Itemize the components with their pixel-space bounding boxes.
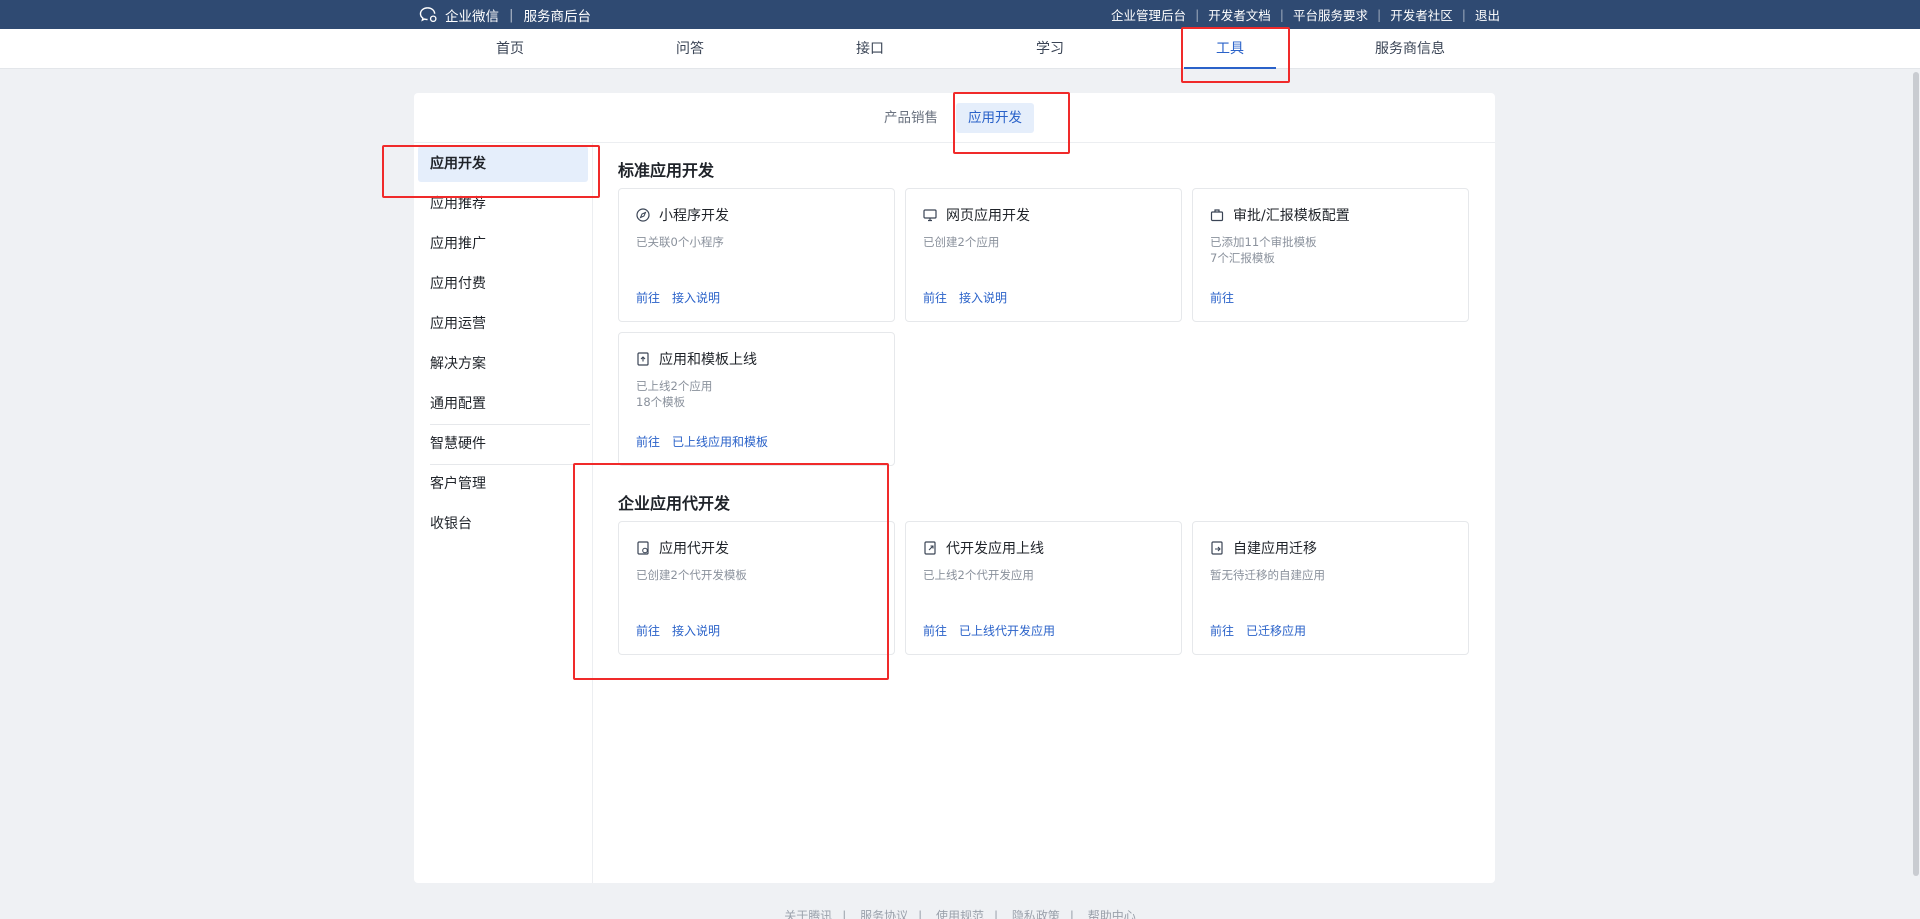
- link-admin-console[interactable]: 企业管理后台: [1111, 5, 1186, 24]
- briefcase-icon: [1210, 209, 1224, 222]
- footer-about[interactable]: 关于腾讯: [784, 909, 832, 919]
- compass-icon: [636, 208, 650, 222]
- goto-link[interactable]: 前往: [636, 433, 660, 450]
- footer-separator: |: [918, 909, 923, 919]
- sidebar-item-app-recommend[interactable]: 应用推荐: [418, 186, 588, 222]
- upload-doc-icon: [637, 352, 649, 366]
- sidebar-item-app-development[interactable]: 应用开发: [418, 146, 588, 182]
- sidebar-item-smart-hardware[interactable]: 智慧硬件: [418, 426, 588, 462]
- card-desc: 已关联0个小程序: [636, 235, 724, 249]
- brand[interactable]: 企业微信 | 服务商后台: [419, 0, 591, 29]
- card-desc: 已上线2个应用: [636, 379, 713, 393]
- nav-tools[interactable]: 工具: [1180, 29, 1280, 69]
- tab-app-development[interactable]: 应用开发: [956, 103, 1034, 133]
- card-title: 应用和模板上线: [659, 352, 757, 368]
- card-app-template-launch: 应用和模板上线 已上线2个应用 18个模板 前往 已上线应用和模板: [618, 332, 895, 466]
- card-desc: 已添加11个审批模板: [1210, 235, 1317, 249]
- footer-help[interactable]: 帮助中心: [1088, 909, 1136, 919]
- migrated-apps-link[interactable]: 已迁移应用: [1246, 622, 1306, 639]
- section-title-custom-dev: 企业应用代开发: [618, 494, 731, 513]
- card-title: 代开发应用上线: [946, 541, 1044, 557]
- goto-link[interactable]: 前往: [923, 622, 947, 639]
- top-links: 企业管理后台 | 开发者文档 | 平台服务要求 | 开发者社区 | 退出: [1111, 0, 1500, 29]
- goto-link[interactable]: 前往: [636, 622, 660, 639]
- link-divider: |: [1279, 7, 1285, 22]
- sidebar-item-solutions[interactable]: 解决方案: [418, 346, 588, 382]
- nav-provider-info[interactable]: 服务商信息: [1360, 29, 1460, 69]
- footer: 关于腾讯 | 服务协议 | 使用规范 | 隐私政策 | 帮助中心: [0, 907, 1920, 919]
- wecom-logo-icon: [419, 7, 437, 23]
- brand-subtitle: 服务商后台: [523, 8, 592, 25]
- goto-link[interactable]: 前往: [1210, 289, 1234, 306]
- launched-custom-apps-link[interactable]: 已上线代开发应用: [959, 622, 1055, 639]
- sidebar: 应用开发 应用推荐 应用推广 应用付费 应用运营 解决方案 通用配置 智慧硬件 …: [414, 143, 593, 883]
- nav-api[interactable]: 接口: [820, 29, 920, 69]
- card-custom-app-launch: 代开发应用上线 已上线2个代开发应用 前往 已上线代开发应用: [905, 521, 1182, 655]
- footer-separator: |: [842, 909, 847, 919]
- sidebar-divider: [430, 464, 590, 465]
- top-bar: 企业微信 | 服务商后台 企业管理后台 | 开发者文档 | 平台服务要求 | 开…: [0, 0, 1920, 29]
- link-dev-community[interactable]: 开发者社区: [1390, 5, 1453, 24]
- nav-home[interactable]: 首页: [460, 29, 560, 69]
- brand-separator: |: [509, 6, 514, 23]
- card-webapp-dev: 网页应用开发 已创建2个应用 前往 接入说明: [905, 188, 1182, 322]
- link-dev-docs[interactable]: 开发者文档: [1208, 5, 1271, 24]
- link-platform-requirements[interactable]: 平台服务要求: [1293, 5, 1368, 24]
- card-title: 审批/汇报模板配置: [1233, 208, 1350, 224]
- launched-apps-link[interactable]: 已上线应用和模板: [672, 433, 768, 450]
- footer-service-agreement[interactable]: 服务协议: [860, 909, 908, 919]
- card-title: 小程序开发: [659, 208, 729, 224]
- card-desc: 暂无待迁移的自建应用: [1210, 568, 1325, 582]
- footer-separator: |: [994, 909, 999, 919]
- link-divider: |: [1461, 7, 1466, 22]
- code-doc-icon: [637, 541, 649, 555]
- goto-link[interactable]: 前往: [636, 289, 660, 306]
- sub-tabs: 产品销售 应用开发: [414, 93, 1495, 143]
- content-panel: 产品销售 应用开发 应用开发 应用推荐 应用推广 应用付费 应用运营 解决方案 …: [414, 93, 1495, 883]
- sidebar-item-customer-management[interactable]: 客户管理: [418, 466, 588, 502]
- nav-qa[interactable]: 问答: [640, 29, 740, 69]
- footer-privacy[interactable]: 隐私政策: [1012, 909, 1060, 919]
- goto-link[interactable]: 前往: [1210, 622, 1234, 639]
- nav-learn[interactable]: 学习: [1000, 29, 1100, 69]
- section-title-standard: 标准应用开发: [618, 161, 715, 180]
- card-desc: 已上线2个代开发应用: [923, 568, 1034, 582]
- card-desc: 已创建2个应用: [923, 235, 1000, 249]
- monitor-icon: [923, 209, 937, 222]
- sidebar-divider: [430, 424, 590, 425]
- goto-link[interactable]: 前往: [923, 289, 947, 306]
- card-miniprogram-dev: 小程序开发 已关联0个小程序 前往 接入说明: [618, 188, 895, 322]
- link-logout[interactable]: 退出: [1475, 5, 1500, 24]
- main-nav: 首页 问答 接口 学习 工具 服务商信息: [0, 29, 1920, 69]
- sidebar-item-app-operation[interactable]: 应用运营: [418, 306, 588, 342]
- footer-usage-rules[interactable]: 使用规范: [936, 909, 984, 919]
- card-title: 自建应用迁移: [1233, 541, 1317, 557]
- sidebar-item-general-config[interactable]: 通用配置: [418, 386, 588, 422]
- guide-link[interactable]: 接入说明: [959, 289, 1007, 306]
- footer-separator: |: [1069, 909, 1074, 919]
- sidebar-item-cashier[interactable]: 收银台: [418, 506, 588, 542]
- launch-doc-icon: [924, 541, 936, 555]
- guide-link[interactable]: 接入说明: [672, 622, 720, 639]
- link-divider: |: [1195, 7, 1200, 22]
- tab-product-sales[interactable]: 产品销售: [872, 103, 950, 133]
- scrollbar[interactable]: [1913, 72, 1919, 876]
- card-self-built-migration: 自建应用迁移 暂无待迁移的自建应用 前往 已迁移应用: [1192, 521, 1469, 655]
- guide-link[interactable]: 接入说明: [672, 289, 720, 306]
- sidebar-item-app-payment[interactable]: 应用付费: [418, 266, 588, 302]
- card-desc: 18个模板: [636, 395, 686, 409]
- link-divider: |: [1377, 7, 1382, 22]
- card-desc: 已创建2个代开发模板: [636, 568, 747, 582]
- brand-name: 企业微信: [445, 8, 499, 25]
- card-custom-app-dev: 应用代开发 已创建2个代开发模板 前往 接入说明: [618, 521, 895, 655]
- card-approval-template: 审批/汇报模板配置 已添加11个审批模板 7个汇报模板 前往: [1192, 188, 1469, 322]
- migrate-doc-icon: [1211, 541, 1223, 555]
- card-title: 网页应用开发: [946, 208, 1030, 224]
- card-title: 应用代开发: [659, 541, 729, 557]
- card-desc: 7个汇报模板: [1210, 251, 1275, 265]
- sidebar-item-app-promotion[interactable]: 应用推广: [418, 226, 588, 262]
